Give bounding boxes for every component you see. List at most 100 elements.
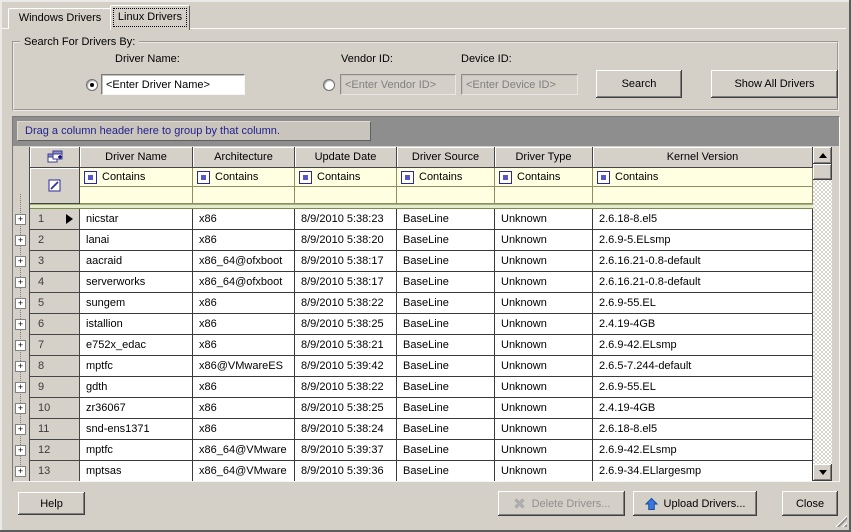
cell-driver-name[interactable]: istallion: [80, 314, 193, 335]
cell-driver-type[interactable]: Unknown: [495, 335, 593, 356]
row-number-cell[interactable]: 2: [30, 230, 80, 251]
cell-driver-name[interactable]: e752x_edac: [80, 335, 193, 356]
cell-update-date[interactable]: 8/9/2010 5:39:36: [295, 461, 397, 481]
table-row[interactable]: 1nicstarx868/9/2010 5:38:23BaseLineUnkno…: [30, 209, 813, 230]
cell-update-date[interactable]: 8/9/2010 5:38:22: [295, 377, 397, 398]
cell-kernel-version[interactable]: 2.6.18-8.el5: [593, 419, 813, 440]
table-row[interactable]: 2lanaix868/9/2010 5:38:20BaseLineUnknown…: [30, 230, 813, 251]
filter-input-kernel-version[interactable]: [593, 187, 813, 204]
cell-driver-type[interactable]: Unknown: [495, 209, 593, 230]
cell-driver-type[interactable]: Unknown: [495, 251, 593, 272]
row-number-cell[interactable]: 10: [30, 398, 80, 419]
cell-driver-name[interactable]: gdth: [80, 377, 193, 398]
cell-driver-source[interactable]: BaseLine: [397, 209, 495, 230]
cell-architecture[interactable]: x86: [193, 419, 295, 440]
cell-update-date[interactable]: 8/9/2010 5:38:20: [295, 230, 397, 251]
cell-update-date[interactable]: 8/9/2010 5:38:25: [295, 314, 397, 335]
cell-kernel-version[interactable]: 2.4.19-4GB: [593, 314, 813, 335]
cell-architecture[interactable]: x86_64@VMware: [193, 461, 295, 481]
expand-row-icon[interactable]: +: [15, 214, 26, 225]
filter-input-driver-source[interactable]: [397, 187, 495, 204]
table-row[interactable]: 12mptfcx86_64@VMware8/9/2010 5:39:37Base…: [30, 440, 813, 461]
cell-update-date[interactable]: 8/9/2010 5:38:23: [295, 209, 397, 230]
cell-architecture[interactable]: x86_64@ofxboot: [193, 251, 295, 272]
help-button[interactable]: Help: [18, 492, 85, 515]
expand-row-icon[interactable]: +: [15, 235, 26, 246]
row-number-cell[interactable]: 13: [30, 461, 80, 481]
cell-driver-source[interactable]: BaseLine: [397, 461, 495, 481]
vendor-device-radio[interactable]: [323, 79, 335, 91]
upload-drivers-button[interactable]: Upload Drivers...: [633, 491, 757, 516]
vertical-scrollbar[interactable]: [813, 147, 832, 481]
cell-kernel-version[interactable]: 2.6.16.21-0.8-default: [593, 251, 813, 272]
group-by-box[interactable]: Drag a column header here to group by th…: [13, 117, 839, 146]
cell-architecture[interactable]: x86: [193, 230, 295, 251]
scrollbar-thumb[interactable]: [813, 164, 832, 180]
filter-input-driver-name[interactable]: [80, 187, 193, 204]
cell-driver-name[interactable]: mptsas: [80, 461, 193, 481]
row-number-cell[interactable]: 5: [30, 293, 80, 314]
cell-driver-source[interactable]: BaseLine: [397, 335, 495, 356]
cell-kernel-version[interactable]: 2.6.9-34.ELlargesmp: [593, 461, 813, 481]
tab-windows-drivers[interactable]: Windows Drivers: [8, 8, 112, 29]
cell-driver-type[interactable]: Unknown: [495, 356, 593, 377]
show-all-drivers-button[interactable]: Show All Drivers: [711, 70, 838, 98]
expand-row-icon[interactable]: +: [15, 361, 26, 372]
cell-driver-type[interactable]: Unknown: [495, 314, 593, 335]
expand-row-icon[interactable]: +: [15, 403, 26, 414]
table-row[interactable]: 4serverworksx86_64@ofxboot8/9/2010 5:38:…: [30, 272, 813, 293]
column-header-driver-source[interactable]: Driver Source: [397, 147, 495, 168]
vendor-id-input[interactable]: [340, 74, 456, 95]
cell-driver-source[interactable]: BaseLine: [397, 398, 495, 419]
cell-update-date[interactable]: 8/9/2010 5:38:24: [295, 419, 397, 440]
cell-driver-name[interactable]: snd-ens1371: [80, 419, 193, 440]
cell-driver-source[interactable]: BaseLine: [397, 272, 495, 293]
cell-kernel-version[interactable]: 2.6.9-55.EL: [593, 377, 813, 398]
expand-row-icon[interactable]: +: [15, 424, 26, 435]
cell-driver-name[interactable]: serverworks: [80, 272, 193, 293]
cell-architecture[interactable]: x86: [193, 335, 295, 356]
tab-linux-drivers[interactable]: Linux Drivers: [110, 5, 190, 30]
expand-row-icon[interactable]: +: [15, 445, 26, 456]
cell-update-date[interactable]: 8/9/2010 5:38:21: [295, 335, 397, 356]
device-id-input[interactable]: [461, 74, 578, 95]
row-number-cell[interactable]: 11: [30, 419, 80, 440]
table-row[interactable]: 8mptfcx86@VMwareES8/9/2010 5:39:42BaseLi…: [30, 356, 813, 377]
cell-driver-type[interactable]: Unknown: [495, 230, 593, 251]
close-button[interactable]: Close: [782, 491, 838, 516]
cell-architecture[interactable]: x86_64@ofxboot: [193, 272, 295, 293]
filter-condition-icon[interactable]: [499, 171, 512, 184]
expand-row-icon[interactable]: +: [15, 319, 26, 330]
filter-cell-kernel-version[interactable]: Contains: [593, 168, 813, 187]
cell-update-date[interactable]: 8/9/2010 5:38:17: [295, 251, 397, 272]
cell-driver-source[interactable]: BaseLine: [397, 419, 495, 440]
cell-architecture[interactable]: x86: [193, 314, 295, 335]
column-header-driver-name[interactable]: Driver Name: [80, 147, 193, 168]
table-row[interactable]: 3aacraidx86_64@ofxboot8/9/2010 5:38:17Ba…: [30, 251, 813, 272]
cell-architecture[interactable]: x86: [193, 293, 295, 314]
cell-driver-source[interactable]: BaseLine: [397, 440, 495, 461]
cell-driver-type[interactable]: Unknown: [495, 377, 593, 398]
cell-driver-name[interactable]: zr36067: [80, 398, 193, 419]
cell-driver-name[interactable]: sungem: [80, 293, 193, 314]
cell-driver-type[interactable]: Unknown: [495, 398, 593, 419]
cell-kernel-version[interactable]: 2.4.19-4GB: [593, 398, 813, 419]
filter-condition-icon[interactable]: [401, 171, 414, 184]
cell-architecture[interactable]: x86@VMwareES: [193, 356, 295, 377]
cell-kernel-version[interactable]: 2.6.18-8.el5: [593, 209, 813, 230]
cell-driver-type[interactable]: Unknown: [495, 419, 593, 440]
cell-update-date[interactable]: 8/9/2010 5:38:22: [295, 293, 397, 314]
cell-driver-source[interactable]: BaseLine: [397, 251, 495, 272]
expand-row-icon[interactable]: +: [15, 298, 26, 309]
column-header-kernel-version[interactable]: Kernel Version: [593, 147, 813, 168]
column-header-update-date[interactable]: Update Date: [295, 147, 397, 168]
table-row[interactable]: 11snd-ens1371x868/9/2010 5:38:24BaseLine…: [30, 419, 813, 440]
table-row[interactable]: 5sungemx868/9/2010 5:38:22BaseLineUnknow…: [30, 293, 813, 314]
filter-cell-driver-source[interactable]: Contains: [397, 168, 495, 187]
cell-driver-source[interactable]: BaseLine: [397, 314, 495, 335]
expand-row-icon[interactable]: +: [15, 340, 26, 351]
table-row[interactable]: 7e752x_edacx868/9/2010 5:38:21BaseLineUn…: [30, 335, 813, 356]
expand-row-icon[interactable]: +: [15, 256, 26, 267]
driver-name-input[interactable]: [101, 74, 245, 95]
table-row[interactable]: 13mptsasx86_64@VMware8/9/2010 5:39:36Bas…: [30, 461, 813, 481]
